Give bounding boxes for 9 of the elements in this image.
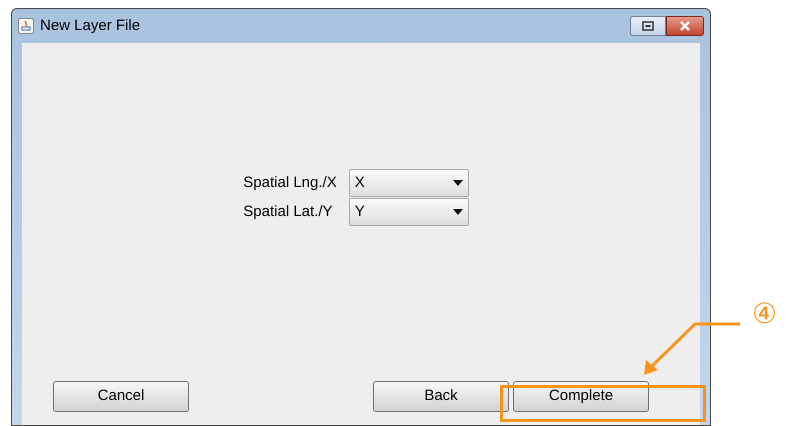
window-title: New Layer File xyxy=(40,16,140,36)
dropdown[interactable]: X xyxy=(348,169,469,197)
dialog-button[interactable]: Back xyxy=(373,381,509,412)
dialog-button[interactable]: Complete xyxy=(513,381,649,412)
step-number: ④ xyxy=(752,300,778,328)
dropdown[interactable]: Y xyxy=(348,198,469,226)
dialog-button[interactable]: Cancel xyxy=(53,381,189,412)
field-label: Spatial Lng./X xyxy=(243,172,337,193)
field-label: Spatial Lat./Y xyxy=(243,202,334,222)
